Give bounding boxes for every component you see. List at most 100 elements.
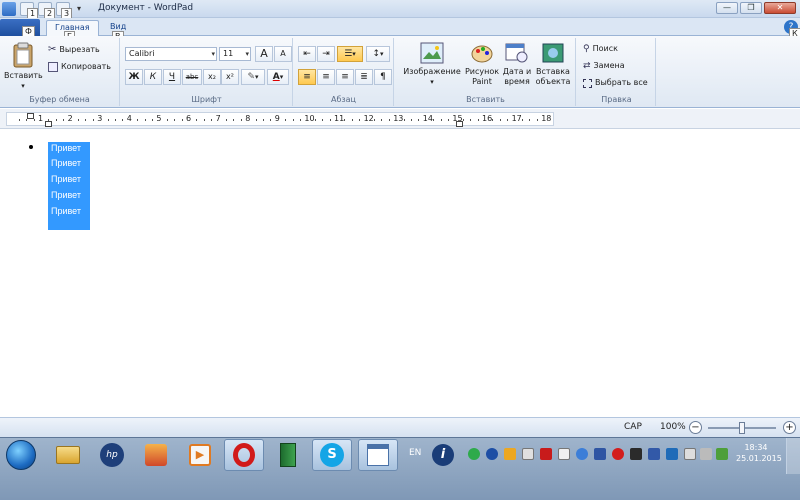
zoom-out-button[interactable]: − bbox=[689, 421, 702, 434]
ruler-number: 16 bbox=[482, 114, 493, 123]
taskbar-explorer[interactable] bbox=[48, 439, 88, 471]
paste-button[interactable]: Вставить ▾ bbox=[4, 42, 43, 91]
font-size-select[interactable]: 11 ▾ bbox=[219, 47, 251, 61]
paste-label: Вставить bbox=[4, 71, 43, 80]
align-center-button[interactable]: ≡ bbox=[317, 69, 335, 85]
increase-indent-button[interactable]: ⇥ bbox=[317, 46, 335, 62]
grow-font-button[interactable]: A bbox=[255, 46, 273, 62]
subscript-button[interactable]: x₂ bbox=[203, 69, 221, 85]
copy-button[interactable]: Копировать bbox=[48, 60, 111, 74]
tray-pdf-icon[interactable] bbox=[540, 448, 552, 460]
bullet-point bbox=[29, 145, 33, 149]
replace-button[interactable]: ⇄ Замена bbox=[583, 59, 625, 73]
editing-group: ⚲ Поиск ⇄ Замена Выбрать все Правка bbox=[578, 38, 656, 106]
ruler-tick bbox=[137, 119, 139, 121]
document-area[interactable]: Привет Привет Привет Привет Привет bbox=[0, 130, 800, 417]
start-button[interactable] bbox=[6, 440, 36, 470]
ruler-tick bbox=[26, 119, 28, 121]
taskbar-hp[interactable]: hp bbox=[92, 439, 132, 471]
clock-time: 18:34 bbox=[744, 443, 768, 452]
ruler-tick bbox=[529, 119, 531, 121]
line-spacing-button[interactable]: ↕▾ bbox=[366, 46, 390, 62]
show-desktop-button[interactable] bbox=[786, 438, 800, 474]
font-size-value: 11 bbox=[223, 49, 234, 58]
ruler-number: 10 bbox=[304, 114, 315, 123]
taskbar-media[interactable]: ▶ bbox=[180, 439, 220, 471]
tray-bluetooth-icon[interactable] bbox=[486, 448, 498, 460]
font-family-select[interactable]: Calibri ▾ bbox=[125, 47, 217, 61]
paint-drawing-button[interactable]: Рисунок Paint bbox=[464, 42, 500, 87]
paragraph-settings-button[interactable]: ¶ bbox=[374, 69, 392, 85]
tray-network-status-icon[interactable] bbox=[716, 448, 728, 460]
tray-app-icon[interactable] bbox=[666, 448, 678, 460]
close-button[interactable]: ✕ bbox=[764, 2, 796, 14]
tray-app-icon[interactable] bbox=[504, 448, 516, 460]
align-right-button[interactable]: ≡ bbox=[336, 69, 354, 85]
customize-quick-access-button[interactable]: ▾ bbox=[74, 2, 84, 16]
system-clock[interactable]: 18:34 25.01.2015 bbox=[736, 442, 782, 464]
wordpad-app-icon[interactable] bbox=[2, 2, 16, 16]
tray-app-icon[interactable] bbox=[522, 448, 534, 460]
decrease-indent-button[interactable]: ⇤ bbox=[298, 46, 316, 62]
insert-object-button[interactable]: Вставка объекта bbox=[534, 42, 572, 87]
left-indent-marker[interactable] bbox=[45, 121, 52, 127]
select-all-button[interactable]: Выбрать все bbox=[583, 76, 648, 90]
status-bar: CAP 100% − + bbox=[0, 417, 800, 437]
maximize-button[interactable]: ❐ bbox=[740, 2, 762, 14]
date-time-button[interactable]: Дата и время bbox=[500, 42, 534, 87]
ruler-number: 18 bbox=[541, 114, 552, 123]
font-color-button[interactable]: A▾ bbox=[267, 69, 289, 85]
align-left-icon: ≡ bbox=[303, 72, 311, 82]
justify-icon: ≣ bbox=[360, 72, 368, 82]
document-line[interactable]: Привет bbox=[51, 174, 81, 184]
tray-flag-icon[interactable] bbox=[558, 448, 570, 460]
superscript-button[interactable]: x² bbox=[221, 69, 239, 85]
taskbar-opera[interactable] bbox=[224, 439, 264, 471]
find-button[interactable]: ⚲ Поиск bbox=[583, 42, 618, 56]
ruler-number: 1 bbox=[38, 114, 44, 123]
tray-app-icon[interactable] bbox=[630, 448, 642, 460]
ruler-tick bbox=[263, 119, 264, 121]
bold-button[interactable]: Ж bbox=[125, 69, 143, 85]
ruler-tick bbox=[351, 119, 353, 121]
ruler-tick bbox=[122, 119, 124, 121]
taskbar-app-6[interactable] bbox=[268, 439, 308, 471]
indent-icon: ⇥ bbox=[322, 49, 330, 59]
document-line[interactable]: Привет bbox=[51, 143, 81, 153]
bullets-button[interactable]: ☰▾ bbox=[337, 46, 363, 62]
tray-check-icon[interactable] bbox=[468, 448, 480, 460]
strikethrough-button[interactable]: abc bbox=[182, 69, 202, 85]
document-line[interactable]: Привет bbox=[51, 158, 81, 168]
underline-button[interactable]: Ч bbox=[163, 69, 181, 85]
insert-object-label-2: объекта bbox=[535, 77, 571, 86]
tray-app-icon[interactable] bbox=[648, 448, 660, 460]
taskbar-app-3[interactable] bbox=[136, 439, 176, 471]
language-indicator[interactable]: EN bbox=[409, 448, 421, 458]
ruler-strip[interactable]: 1 2 3 4 5 6 7 8 9 10 11 12 13 14 15 16 17 18 bbox=[6, 112, 554, 127]
tray-app-icon[interactable] bbox=[594, 448, 606, 460]
taskbar-info-tool[interactable]: i bbox=[426, 439, 460, 471]
tray-power-icon[interactable] bbox=[684, 448, 696, 460]
tray-opera-icon[interactable] bbox=[612, 448, 624, 460]
document-line[interactable]: Привет bbox=[51, 190, 81, 200]
italic-button[interactable]: К bbox=[144, 69, 162, 85]
zoom-in-button[interactable]: + bbox=[783, 421, 796, 434]
insert-image-button[interactable]: Изображение ▾ bbox=[400, 42, 464, 87]
clipboard-group: Вставить ▾ ✂ Вырезать Копировать Буфер о… bbox=[0, 38, 120, 106]
font-color-icon: A bbox=[272, 72, 280, 82]
insert-object-icon bbox=[542, 43, 564, 63]
align-left-button[interactable]: ≡ bbox=[298, 69, 316, 85]
tray-network-icon[interactable] bbox=[576, 448, 588, 460]
tray-volume-icon[interactable] bbox=[700, 448, 712, 460]
minimize-button[interactable]: — bbox=[716, 2, 738, 14]
taskbar-wordpad[interactable] bbox=[358, 439, 398, 471]
document-line[interactable]: Привет bbox=[51, 206, 81, 216]
caps-lock-indicator: CAP bbox=[624, 422, 642, 432]
justify-button[interactable]: ≣ bbox=[355, 69, 373, 85]
cut-button[interactable]: ✂ Вырезать bbox=[48, 43, 100, 57]
ruler-tick bbox=[477, 119, 479, 121]
shrink-font-button[interactable]: A bbox=[274, 46, 292, 62]
highlight-color-button[interactable]: ✎▾ bbox=[241, 69, 265, 85]
taskbar-skype[interactable]: S bbox=[312, 439, 352, 471]
zoom-slider-thumb[interactable] bbox=[739, 422, 745, 434]
